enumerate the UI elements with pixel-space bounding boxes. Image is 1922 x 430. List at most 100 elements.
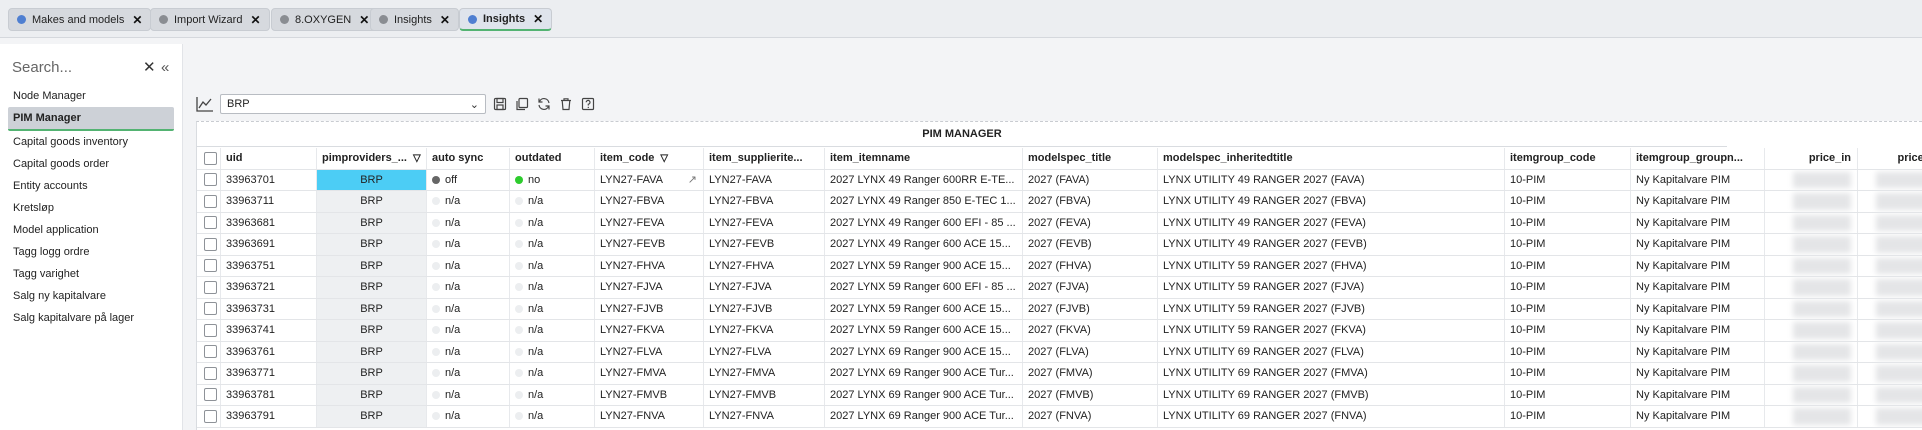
row-checkbox[interactable] xyxy=(204,259,217,273)
cell-item-code[interactable]: LYN27-FAVA ↗ xyxy=(595,169,704,190)
cell-item-code[interactable]: LYN27-FKVA xyxy=(595,320,704,341)
save-button[interactable] xyxy=(492,96,508,112)
cell-itemgroup-groupname[interactable]: Ny Kapitalvare PIM xyxy=(1631,255,1765,276)
delete-button[interactable] xyxy=(558,96,574,112)
help-button[interactable] xyxy=(580,96,596,112)
row-select-cell[interactable] xyxy=(197,277,221,298)
close-icon[interactable]: ✕ xyxy=(440,13,450,27)
table-row[interactable]: 33963791 BRP n/a n/a LYN27-FNVA LYN27-FNVA 202… xyxy=(197,406,1922,428)
cell-itemgroup-groupname[interactable]: Ny Kapitalvare PIM xyxy=(1631,341,1765,362)
cell-modelspec-inheritedtitle[interactable]: LYNX UTILITY 69 RANGER 2027 (FLVA) xyxy=(1158,341,1505,362)
row-checkbox[interactable] xyxy=(204,194,217,208)
cell-itemgroup-code[interactable]: 10-PIM xyxy=(1505,277,1631,298)
cell-itemgroup-groupname[interactable]: Ny Kapitalvare PIM xyxy=(1631,320,1765,341)
sidebar-item-entity-accounts[interactable]: Entity accounts xyxy=(8,175,174,197)
cell-pimproviders[interactable]: BRP xyxy=(317,406,427,427)
cell-modelspec-inheritedtitle[interactable]: LYNX UTILITY 69 RANGER 2027 (FNVA) xyxy=(1158,406,1505,427)
sidebar-item-capital-goods-inventory[interactable]: Capital goods inventory xyxy=(8,131,174,153)
cell-outdated[interactable]: no xyxy=(510,169,595,190)
cell-outdated[interactable]: n/a xyxy=(510,406,595,427)
cell-itemgroup-groupname[interactable]: Ny Kapitalvare PIM xyxy=(1631,234,1765,255)
cell-item-itemname[interactable]: 2027 LYNX 59 Ranger 900 ACE 15... xyxy=(825,255,1023,276)
column-header-price-in[interactable]: price_in xyxy=(1765,148,1858,169)
cell-item-itemname[interactable]: 2027 LYNX 59 Ranger 600 ACE 15... xyxy=(825,298,1023,319)
cell-item-supplieritem[interactable]: LYN27-FJVB xyxy=(704,298,825,319)
cell-modelspec-title[interactable]: 2027 (FLVA) xyxy=(1023,341,1158,362)
tab-insights[interactable]: Insights ✕ xyxy=(370,8,459,31)
filter-icon[interactable]: ▽ xyxy=(413,153,421,164)
cell-modelspec-title[interactable]: 2027 (FEVA) xyxy=(1023,212,1158,233)
cell-uid[interactable]: 33963781 xyxy=(221,384,317,405)
row-select-cell[interactable] xyxy=(197,169,221,190)
row-select-cell[interactable] xyxy=(197,406,221,427)
cell-price-out[interactable] xyxy=(1858,342,1922,363)
close-icon[interactable]: ✕ xyxy=(250,13,260,27)
row-checkbox[interactable] xyxy=(204,323,217,337)
cell-outdated[interactable]: n/a xyxy=(510,320,595,341)
cell-item-itemname[interactable]: 2027 LYNX 69 Ranger 900 ACE Tur... xyxy=(825,406,1023,427)
cell-item-supplieritem[interactable]: LYN27-FEVB xyxy=(704,234,825,255)
cell-item-code[interactable]: LYN27-FEVA xyxy=(595,212,704,233)
cell-item-supplieritem[interactable]: LYN27-FJVA xyxy=(704,277,825,298)
cell-modelspec-title[interactable]: 2027 (FJVB) xyxy=(1023,298,1158,319)
cell-itemgroup-groupname[interactable]: Ny Kapitalvare PIM xyxy=(1631,277,1765,298)
cell-price-out[interactable] xyxy=(1858,234,1922,255)
table-row[interactable]: 33963781 BRP n/a n/a LYN27-FMVB LYN27-FMVB 202… xyxy=(197,384,1922,406)
cell-item-itemname[interactable]: 2027 LYNX 59 Ranger 600 ACE 15... xyxy=(825,320,1023,341)
refresh-button[interactable] xyxy=(536,96,552,112)
column-header-pimproviders[interactable]: pimproviders_... ▽ xyxy=(317,148,427,169)
cell-uid[interactable]: 33963751 xyxy=(221,255,317,276)
cell-price-out[interactable] xyxy=(1858,320,1922,341)
cell-auto-sync[interactable]: n/a xyxy=(427,191,510,212)
cell-price-out[interactable] xyxy=(1858,363,1922,384)
cell-item-code[interactable]: LYN27-FJVB xyxy=(595,298,704,319)
cell-outdated[interactable]: n/a xyxy=(510,277,595,298)
close-icon[interactable]: ✕ xyxy=(533,12,543,26)
sidebar-item-capital-goods-order[interactable]: Capital goods order xyxy=(8,153,174,175)
cell-item-code[interactable]: LYN27-FLVA xyxy=(595,341,704,362)
cell-auto-sync[interactable]: n/a xyxy=(427,277,510,298)
sidebar-item-node-manager[interactable]: Node Manager xyxy=(8,85,174,107)
table-row[interactable]: 33963761 BRP n/a n/a LYN27-FLVA LYN27-FLVA 202… xyxy=(197,341,1922,363)
cell-itemgroup-groupname[interactable]: Ny Kapitalvare PIM xyxy=(1631,169,1765,190)
cell-auto-sync[interactable]: n/a xyxy=(427,341,510,362)
column-header-item-code[interactable]: item_code ▽ xyxy=(595,148,704,169)
column-header-outdated[interactable]: outdated xyxy=(510,148,595,169)
cell-itemgroup-groupname[interactable]: Ny Kapitalvare PIM xyxy=(1631,298,1765,319)
row-checkbox[interactable] xyxy=(204,237,217,251)
cell-uid[interactable]: 33963771 xyxy=(221,363,317,384)
cell-auto-sync[interactable]: n/a xyxy=(427,384,510,405)
cell-itemgroup-code[interactable]: 10-PIM xyxy=(1505,255,1631,276)
cell-modelspec-inheritedtitle[interactable]: LYNX UTILITY 59 RANGER 2027 (FJVB) xyxy=(1158,298,1505,319)
cell-modelspec-inheritedtitle[interactable]: LYNX UTILITY 49 RANGER 2027 (FAVA) xyxy=(1158,169,1505,190)
cell-pimproviders[interactable]: BRP xyxy=(317,384,427,405)
cell-price-in[interactable] xyxy=(1765,363,1858,384)
cell-pimproviders[interactable]: BRP xyxy=(317,212,427,233)
cell-modelspec-inheritedtitle[interactable]: LYNX UTILITY 59 RANGER 2027 (FHVA) xyxy=(1158,255,1505,276)
cell-modelspec-title[interactable]: 2027 (FJVA) xyxy=(1023,277,1158,298)
cell-price-out[interactable] xyxy=(1858,213,1922,234)
cell-modelspec-inheritedtitle[interactable]: LYNX UTILITY 69 RANGER 2027 (FMVA) xyxy=(1158,363,1505,384)
cell-uid[interactable]: 33963691 xyxy=(221,234,317,255)
cell-price-in[interactable] xyxy=(1765,234,1858,255)
cell-price-in[interactable] xyxy=(1765,212,1858,233)
row-checkbox[interactable] xyxy=(204,409,217,423)
cell-modelspec-title[interactable]: 2027 (FKVA) xyxy=(1023,320,1158,341)
cell-item-itemname[interactable]: 2027 LYNX 69 Ranger 900 ACE 15... xyxy=(825,341,1023,362)
cell-modelspec-inheritedtitle[interactable]: LYNX UTILITY 59 RANGER 2027 (FJVA) xyxy=(1158,277,1505,298)
cell-price-in[interactable] xyxy=(1765,255,1858,276)
cell-itemgroup-groupname[interactable]: Ny Kapitalvare PIM xyxy=(1631,363,1765,384)
row-select-cell[interactable] xyxy=(197,341,221,362)
row-checkbox[interactable] xyxy=(204,173,217,187)
cell-auto-sync[interactable]: n/a xyxy=(427,212,510,233)
table-row[interactable]: 33963691 BRP n/a n/a LYN27-FEVB LYN27-FEVB 202… xyxy=(197,234,1922,256)
cell-item-itemname[interactable]: 2027 LYNX 69 Ranger 900 ACE Tur... xyxy=(825,384,1023,405)
cell-itemgroup-code[interactable]: 10-PIM xyxy=(1505,298,1631,319)
cell-item-itemname[interactable]: 2027 LYNX 59 Ranger 600 EFI - 85 ... xyxy=(825,277,1023,298)
cell-price-in[interactable] xyxy=(1765,341,1858,362)
cell-itemgroup-groupname[interactable]: Ny Kapitalvare PIM xyxy=(1631,406,1765,427)
cell-uid[interactable]: 33963681 xyxy=(221,212,317,233)
row-select-cell[interactable] xyxy=(197,255,221,276)
cell-outdated[interactable]: n/a xyxy=(510,191,595,212)
cell-price-in[interactable] xyxy=(1765,320,1858,341)
